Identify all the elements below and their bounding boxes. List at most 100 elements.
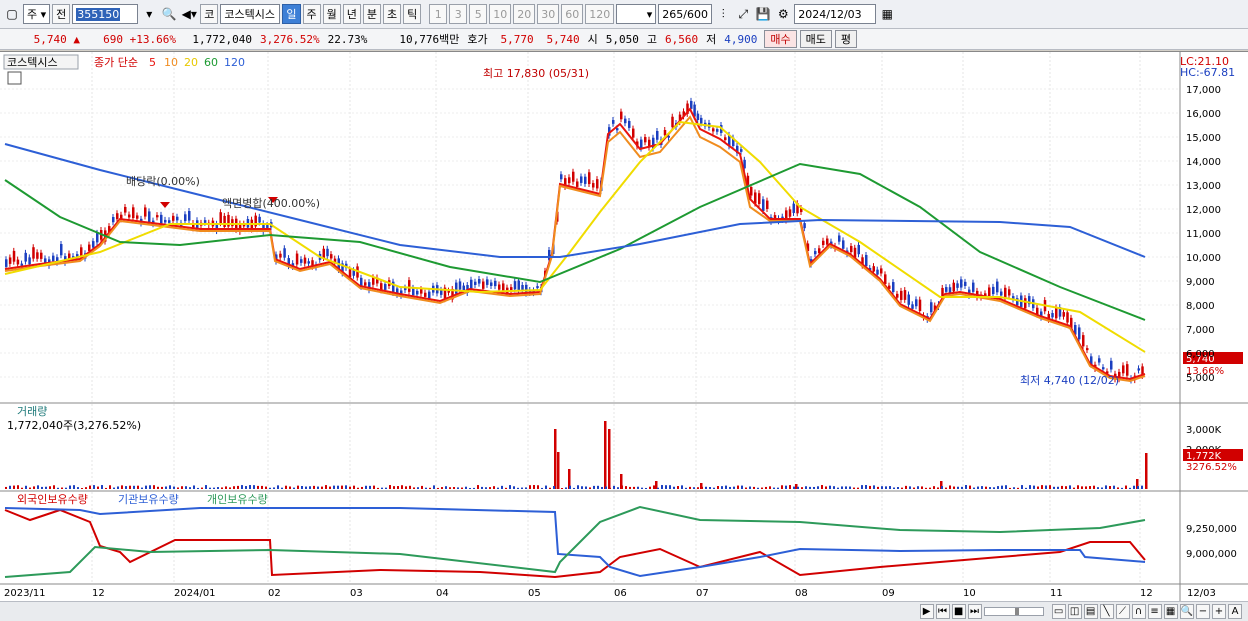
- candle-body: [96, 232, 99, 243]
- window-icon[interactable]: ▢: [3, 4, 21, 24]
- turnover: 22.73%: [327, 32, 368, 46]
- first-button[interactable]: ⏮: [935, 604, 950, 619]
- stock-chart[interactable]: 코스텍시스 종가 단순 5 10 20 60 120 LC:21.10 HC:-…: [0, 52, 1248, 602]
- period-second[interactable]: 초: [383, 4, 402, 24]
- period-tick[interactable]: 틱: [403, 4, 422, 24]
- volume-bar: [569, 485, 571, 489]
- volume-bar: [253, 485, 255, 489]
- volume-bar: [825, 486, 827, 489]
- volume-bar: [845, 486, 847, 489]
- volume-bar: [929, 487, 931, 489]
- interval-10[interactable]: 10: [489, 4, 512, 24]
- volume-bar: [221, 487, 223, 489]
- sell-button[interactable]: 매도: [799, 30, 832, 48]
- stop-button[interactable]: ■: [951, 604, 966, 619]
- volume-bar: [357, 487, 359, 489]
- calculator-icon[interactable]: [7, 71, 22, 85]
- interval-120[interactable]: 120: [585, 4, 615, 24]
- prev-button[interactable]: 전: [52, 4, 71, 24]
- period-week[interactable]: 주: [302, 4, 321, 24]
- x-label: 12: [92, 588, 105, 599]
- buy-button[interactable]: 매수: [764, 30, 797, 48]
- gear-icon[interactable]: ⚙: [774, 4, 792, 24]
- volume-bar: [1133, 485, 1135, 489]
- interval-1[interactable]: 1: [429, 4, 448, 24]
- list-icon[interactable]: ≡: [1147, 604, 1162, 619]
- volume-bar: [289, 486, 291, 489]
- stock-code-input[interactable]: 355150: [72, 4, 139, 24]
- volume-bar: [921, 486, 923, 489]
- search-zoom-icon[interactable]: 🔍: [1179, 604, 1194, 619]
- y-label: 15,000: [1186, 133, 1221, 144]
- layout-icon[interactable]: ▭: [1051, 604, 1066, 619]
- candle-body: [872, 266, 875, 272]
- period-minute[interactable]: 분: [362, 4, 382, 24]
- zoom-slider[interactable]: [983, 607, 1044, 616]
- interval-custom-select[interactable]: ▾: [616, 4, 657, 24]
- count-input[interactable]: 265/600: [658, 4, 713, 24]
- volume-bar: [405, 486, 407, 489]
- speaker-icon[interactable]: ◀▾: [180, 4, 198, 24]
- period-year[interactable]: 년: [342, 4, 361, 24]
- volume-bar: [77, 487, 79, 489]
- trend-icon[interactable]: ⟋: [1115, 604, 1130, 619]
- candle-body: [455, 282, 458, 294]
- period-day[interactable]: 일: [282, 4, 301, 24]
- volume-bar: [753, 486, 755, 489]
- volume-bar: [969, 485, 971, 489]
- candle-body: [36, 252, 39, 259]
- volume-bar: [785, 485, 787, 489]
- candle-body: [384, 284, 387, 290]
- date-input[interactable]: 2024/12/03: [794, 4, 877, 24]
- panel-icon[interactable]: ▤: [1083, 604, 1098, 619]
- x-label: 12/03: [1187, 588, 1216, 599]
- minus-icon[interactable]: −: [1196, 604, 1210, 619]
- candle-icon[interactable]: ⫶: [714, 4, 732, 24]
- candle-body: [24, 252, 27, 262]
- volume-bar: [157, 486, 159, 489]
- volume-bar: [517, 487, 519, 489]
- volume-bar: [469, 487, 471, 489]
- interval-20[interactable]: 20: [513, 4, 536, 24]
- avg-button[interactable]: 평: [834, 30, 857, 48]
- volume-bar: [489, 487, 491, 489]
- chart-type-select[interactable]: 주 ▾: [23, 4, 51, 24]
- save-icon[interactable]: 💾: [754, 4, 772, 24]
- split-icon[interactable]: ◫: [1067, 604, 1082, 619]
- candle-body: [188, 211, 191, 221]
- last-button[interactable]: ⏭: [967, 604, 982, 619]
- calendar-icon[interactable]: ▦: [878, 4, 896, 24]
- volume-bar: [281, 487, 283, 489]
- interval-3[interactable]: 3: [449, 4, 468, 24]
- volume-bar: [805, 486, 807, 489]
- scroll-right-button[interactable]: ▶: [919, 604, 934, 619]
- volume-bar: [713, 487, 715, 489]
- candle-body: [596, 179, 599, 189]
- candle-body: [364, 282, 367, 286]
- chart-area[interactable]: 코스텍시스 종가 단순 5 10 20 60 120 LC:21.10 HC:-…: [0, 51, 1248, 602]
- line-icon[interactable]: ╲: [1099, 604, 1114, 619]
- volume-bar: [241, 485, 243, 489]
- dropdown-icon[interactable]: ▾: [140, 4, 158, 24]
- candle-body: [32, 247, 35, 259]
- magnet-icon[interactable]: ∩: [1131, 604, 1146, 619]
- open-label: 시: [587, 33, 598, 46]
- volume-bar: [917, 486, 919, 489]
- search-icon[interactable]: 🔍: [160, 4, 178, 24]
- volume-bar: [505, 487, 507, 489]
- period-month[interactable]: 월: [322, 4, 341, 24]
- market-button[interactable]: 코: [200, 4, 219, 24]
- interval-30[interactable]: 30: [537, 4, 560, 24]
- volume-bar: [553, 486, 555, 489]
- volume-bar: [773, 487, 775, 489]
- grid-icon[interactable]: ▦: [1163, 604, 1178, 619]
- interval-60[interactable]: 60: [561, 4, 584, 24]
- draw-icon[interactable]: ⤢: [734, 4, 752, 24]
- plus-icon[interactable]: +: [1212, 604, 1226, 619]
- interval-5[interactable]: 5: [469, 4, 488, 24]
- volume-bar: [1141, 485, 1143, 489]
- ma10-line: [4, 115, 1146, 383]
- candle-body: [857, 244, 860, 255]
- font-icon[interactable]: A: [1228, 604, 1242, 619]
- candle-body: [750, 186, 753, 196]
